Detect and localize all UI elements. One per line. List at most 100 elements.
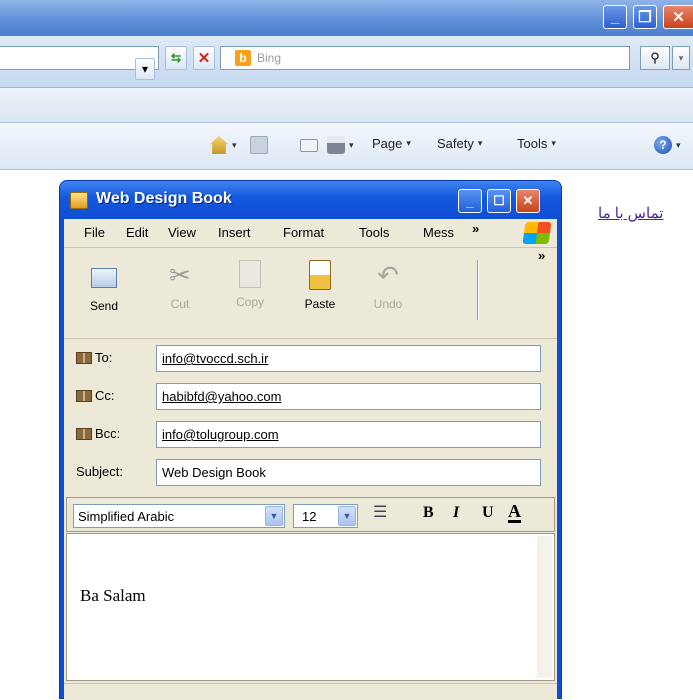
search-button[interactable]: ⚲ — [640, 46, 670, 70]
stop-button[interactable]: ✕ — [193, 46, 215, 70]
menu-insert[interactable]: Insert — [218, 225, 251, 240]
menu-file[interactable]: File — [84, 225, 105, 240]
page-menu-button[interactable]: Page ▾ — [372, 136, 411, 151]
command-bar: ▾ ▾ Page ▾ Safety ▾ Tools ▾ ? ▾ — [0, 123, 693, 170]
address-dropdown-button[interactable]: ▾ — [135, 58, 155, 80]
subject-field[interactable]: Web Design Book — [156, 459, 541, 486]
help-icon: ? — [654, 136, 672, 154]
menu-view[interactable]: View — [168, 225, 196, 240]
address-book-icon — [76, 427, 92, 440]
clipboard-icon — [309, 260, 331, 290]
search-placeholder: Bing — [257, 51, 282, 65]
cc-row: Cc: habibfd@yahoo.com — [64, 379, 557, 413]
home-button[interactable]: ▾ — [210, 136, 237, 154]
menu-format[interactable]: Format — [283, 225, 324, 240]
chevron-down-icon: ▾ — [349, 139, 354, 150]
message-body-text: Ba Salam — [80, 586, 146, 605]
editor-scrollbar[interactable] — [537, 536, 552, 678]
copy-label: Copy — [235, 295, 264, 309]
menu-overflow-chevron-icon[interactable]: » — [472, 221, 479, 236]
address-input[interactable]: ▾ — [0, 46, 159, 80]
font-name-select[interactable]: Simplified Arabic ▼ — [73, 504, 285, 528]
windows-logo-icon — [522, 222, 552, 244]
to-field[interactable]: info@tvoccd.sch.ir — [156, 345, 541, 372]
refresh-icon: ⇆ — [170, 51, 182, 65]
search-input[interactable]: b Bing — [220, 46, 630, 70]
italic-button[interactable]: I — [453, 504, 459, 522]
safety-menu-button[interactable]: Safety ▾ — [437, 136, 482, 151]
copy-icon — [239, 260, 261, 288]
subject-label: Subject: — [76, 464, 123, 479]
to-row: To: info@tvoccd.sch.ir — [64, 341, 557, 375]
send-icon — [91, 268, 117, 288]
to-label[interactable]: To: — [76, 350, 112, 365]
menu-edit[interactable]: Edit — [126, 225, 148, 240]
safety-menu-label: Safety — [437, 136, 474, 151]
status-bar — [64, 683, 557, 700]
tools-menu-button[interactable]: Tools ▾ — [517, 136, 556, 151]
restore-button[interactable]: ❐ — [633, 5, 657, 29]
print-button[interactable]: ▾ — [327, 136, 354, 154]
chevron-down-icon: ▾ — [406, 138, 411, 148]
mail-icon — [300, 139, 318, 152]
cc-field[interactable]: habibfd@yahoo.com — [156, 383, 541, 410]
search-options-button[interactable]: ▾ — [672, 46, 690, 70]
address-book-icon — [76, 389, 92, 402]
font-size-select[interactable]: 12 ▼ — [293, 504, 358, 528]
chevron-down-icon: ▾ — [676, 139, 681, 150]
help-button[interactable]: ? ▾ — [654, 136, 681, 154]
font-color-button[interactable]: A — [508, 502, 521, 523]
send-button[interactable]: Send — [76, 260, 132, 313]
cut-button[interactable]: ✂ Cut — [152, 260, 208, 311]
refresh-button[interactable]: ⇆ — [165, 46, 187, 70]
bcc-label[interactable]: Bcc: — [76, 426, 120, 441]
toolbar-separator — [477, 260, 479, 320]
home-icon — [210, 136, 228, 154]
chevron-down-icon[interactable]: ▼ — [265, 506, 283, 526]
feeds-button[interactable] — [250, 136, 268, 154]
compose-window: Web Design Book _ ☐ ✕ File Edit View Ins… — [59, 180, 562, 700]
send-label: Send — [89, 299, 119, 313]
undo-icon: ↶ — [377, 260, 399, 290]
paste-button[interactable]: Paste — [292, 260, 348, 311]
subject-row: Subject: Web Design Book — [64, 455, 557, 489]
menu-bar: File Edit View Insert Format Tools Mess … — [64, 219, 557, 247]
undo-label: Undo — [373, 297, 403, 311]
scissors-icon: ✂ — [169, 260, 191, 290]
printer-icon — [327, 136, 345, 154]
tools-menu-label: Tools — [517, 136, 548, 151]
cc-label[interactable]: Cc: — [76, 388, 115, 403]
compose-maximize-button[interactable]: ☐ — [487, 189, 511, 213]
chevron-down-icon[interactable]: ▼ — [338, 506, 356, 526]
message-editor[interactable]: Ba Salam — [66, 533, 555, 681]
stop-icon: ✕ — [197, 50, 211, 67]
favorites-bar — [0, 88, 693, 123]
compose-minimize-button[interactable]: _ — [458, 189, 482, 213]
compose-toolbar: Send ✂ Cut Copy Paste ↶ Undo » — [64, 247, 557, 339]
chevron-down-icon: ▾ — [141, 62, 149, 76]
toolbar-overflow-chevron-icon[interactable]: » — [538, 248, 545, 263]
cut-label: Cut — [170, 297, 190, 311]
rss-feed-icon — [250, 136, 268, 154]
menu-message[interactable]: Mess — [423, 225, 454, 240]
read-mail-button[interactable] — [300, 136, 318, 152]
paragraph-style-icon[interactable]: ☰ — [373, 502, 387, 522]
address-bar-row: ▾ ⇆ ✕ b Bing ⚲ ▾ — [0, 36, 693, 88]
font-name-value: Simplified Arabic — [78, 509, 175, 524]
chevron-down-icon: ▾ — [232, 139, 237, 150]
underline-button[interactable]: U — [482, 504, 494, 522]
minimize-button[interactable]: _ — [603, 5, 627, 29]
copy-button[interactable]: Copy — [222, 260, 278, 309]
menu-tools[interactable]: Tools — [359, 225, 389, 240]
compose-close-button[interactable]: ✕ — [516, 189, 540, 213]
contact-us-link[interactable]: تماس با ما — [598, 204, 663, 222]
compose-title-bar: Web Design Book _ ☐ ✕ — [60, 181, 561, 219]
undo-button[interactable]: ↶ Undo — [360, 260, 416, 311]
bcc-field[interactable]: info@tolugroup.com — [156, 421, 541, 448]
formatting-toolbar: Simplified Arabic ▼ 12 ▼ ☰ B I U A — [66, 497, 555, 532]
chevron-down-icon: ▾ — [678, 52, 684, 63]
bold-button[interactable]: B — [423, 504, 434, 522]
font-size-value: 12 — [302, 509, 317, 524]
compose-body: File Edit View Insert Format Tools Mess … — [64, 219, 557, 700]
close-button[interactable]: ✕ — [663, 5, 693, 29]
